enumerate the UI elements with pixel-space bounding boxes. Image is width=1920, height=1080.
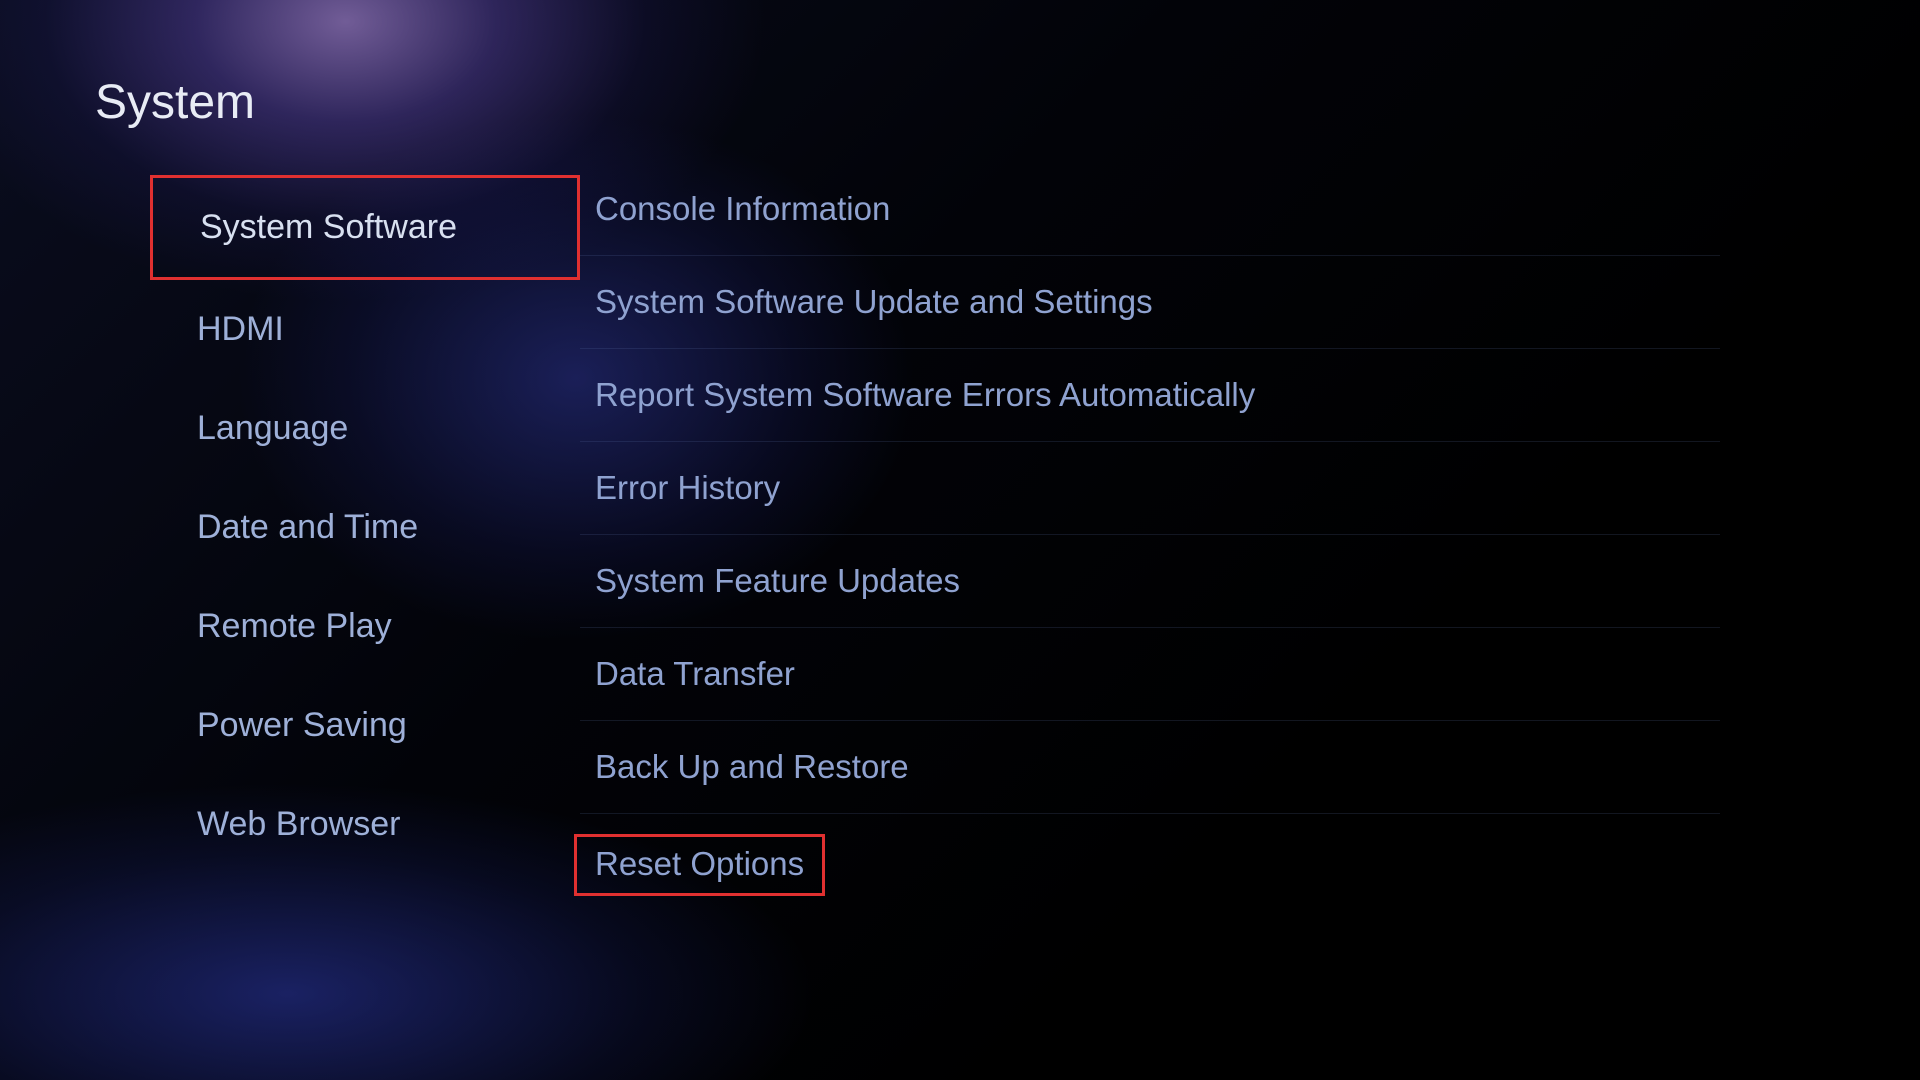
sidebar-item-label: Date and Time — [197, 508, 418, 546]
main-item-system-software-update[interactable]: System Software Update and Settings — [580, 256, 1720, 349]
sidebar-item-label: Power Saving — [197, 706, 407, 744]
sidebar-item-label: Language — [197, 409, 348, 447]
sidebar: System Software HDMI Language Date and T… — [0, 175, 580, 896]
settings-container: System System Software HDMI Language Dat… — [0, 0, 1920, 896]
sidebar-item-label: HDMI — [197, 310, 284, 348]
sidebar-item-date-and-time[interactable]: Date and Time — [150, 478, 580, 577]
main-item-label: Error History — [595, 469, 780, 506]
sidebar-item-label: System Software — [200, 208, 457, 246]
sidebar-item-power-saving[interactable]: Power Saving — [150, 676, 580, 775]
main-item-system-feature-updates[interactable]: System Feature Updates — [580, 535, 1720, 628]
main-item-label: Console Information — [595, 190, 890, 227]
main-item-label: Back Up and Restore — [595, 748, 909, 785]
main-panel: Console Information System Software Upda… — [580, 175, 1920, 896]
sidebar-item-label: Remote Play — [197, 607, 392, 645]
sidebar-item-label: Web Browser — [197, 805, 400, 843]
sidebar-item-remote-play[interactable]: Remote Play — [150, 577, 580, 676]
sidebar-item-language[interactable]: Language — [150, 379, 580, 478]
main-item-back-up-and-restore[interactable]: Back Up and Restore — [580, 721, 1720, 814]
main-item-data-transfer[interactable]: Data Transfer — [580, 628, 1720, 721]
main-item-error-history[interactable]: Error History — [580, 442, 1720, 535]
main-item-label: Reset Options — [574, 834, 825, 896]
sidebar-item-hdmi[interactable]: HDMI — [150, 280, 580, 379]
sidebar-item-web-browser[interactable]: Web Browser — [150, 775, 580, 874]
content-area: System Software HDMI Language Date and T… — [0, 130, 1920, 896]
main-item-label: Data Transfer — [595, 655, 795, 692]
main-item-console-information[interactable]: Console Information — [580, 175, 1720, 256]
main-item-label: Report System Software Errors Automatica… — [595, 376, 1255, 413]
main-item-label: System Software Update and Settings — [595, 283, 1153, 320]
main-item-label: System Feature Updates — [595, 562, 960, 599]
main-item-report-errors[interactable]: Report System Software Errors Automatica… — [580, 349, 1720, 442]
sidebar-item-system-software[interactable]: System Software — [150, 175, 580, 280]
main-item-reset-options[interactable]: Reset Options — [580, 814, 1720, 896]
page-title: System — [0, 0, 1920, 130]
